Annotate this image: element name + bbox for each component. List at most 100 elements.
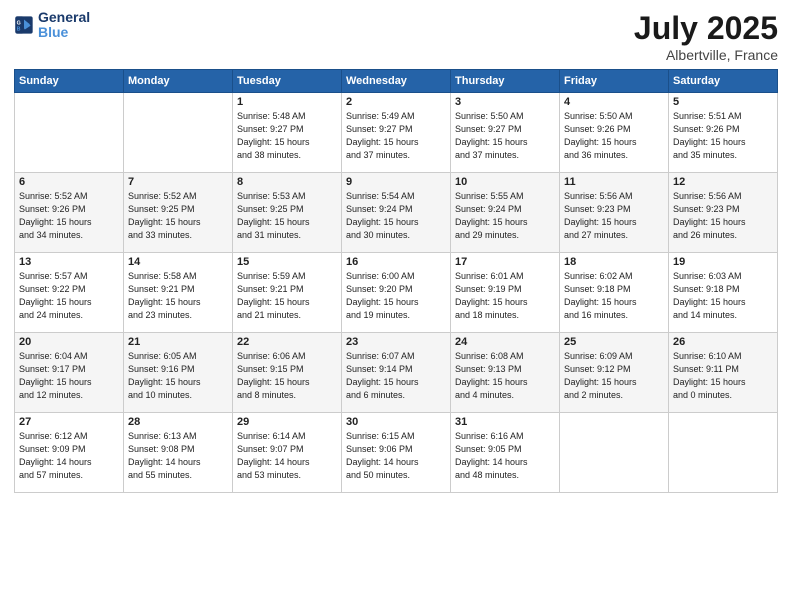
day-cell: 5 Sunrise: 5:51 AMSunset: 9:26 PMDaylight… xyxy=(669,93,778,173)
day-cell xyxy=(15,93,124,173)
day-number: 26 xyxy=(673,336,773,348)
svg-text:G: G xyxy=(17,21,21,27)
svg-text:B: B xyxy=(17,27,21,33)
day-number: 14 xyxy=(128,256,228,268)
day-info: Sunrise: 5:56 AMSunset: 9:23 PMDaylight:… xyxy=(673,190,773,242)
day-cell: 31Sunrise: 6:16 AMSunset: 9:05 PMDayligh… xyxy=(451,413,560,493)
week-row-3: 20Sunrise: 6:04 AMSunset: 9:17 PMDayligh… xyxy=(15,333,778,413)
day-number: 29 xyxy=(237,416,337,428)
weekday-header-row: SundayMondayTuesdayWednesdayThursdayFrid… xyxy=(15,70,778,93)
day-number: 19 xyxy=(673,256,773,268)
day-info: Sunrise: 6:08 AMSunset: 9:13 PMDaylight:… xyxy=(455,350,555,402)
day-info: Sunrise: 5:55 AMSunset: 9:24 PMDaylight:… xyxy=(455,190,555,242)
day-info: Sunrise: 6:10 AMSunset: 9:11 PMDaylight:… xyxy=(673,350,773,402)
day-cell: 29 Sunrise: 6:14 AMSunset: 9:07 PMDayligh… xyxy=(233,413,342,493)
day-number: 28 xyxy=(128,416,228,428)
day-number: 21 xyxy=(128,336,228,348)
day-number: 1 xyxy=(237,96,337,108)
day-cell xyxy=(560,413,669,493)
day-info: Sunrise: 6:06 AMSunset: 9:15 PMDaylight:… xyxy=(237,350,337,402)
weekday-header-wednesday: Wednesday xyxy=(342,70,451,93)
weekday-header-thursday: Thursday xyxy=(451,70,560,93)
week-row-4: 27 Sunrise: 6:12 AMSunset: 9:09 PMDayligh… xyxy=(15,413,778,493)
location: Albertville, France xyxy=(634,47,778,63)
day-number: 10 xyxy=(455,176,555,188)
day-number: 5 xyxy=(673,96,773,108)
day-cell: 23Sunrise: 6:07 AMSunset: 9:14 PMDayligh… xyxy=(342,333,451,413)
day-info: Sunrise: 5:57 AMSunset: 9:22 PMDaylight:… xyxy=(19,270,119,322)
day-info: Sunrise: 5:59 AMSunset: 9:21 PMDaylight:… xyxy=(237,270,337,322)
day-info: Sunrise: 5:54 AMSunset: 9:24 PMDaylight:… xyxy=(346,190,446,242)
day-cell xyxy=(669,413,778,493)
day-info: Sunrise: 6:13 AMSunset: 9:08 PMDaylight:… xyxy=(128,430,228,482)
day-number: 24 xyxy=(455,336,555,348)
day-number: 13 xyxy=(19,256,119,268)
weekday-header-monday: Monday xyxy=(124,70,233,93)
day-info: Sunrise: 5:51 AMSunset: 9:26 PMDaylight:… xyxy=(673,110,773,162)
day-cell: 3 Sunrise: 5:50 AMSunset: 9:27 PMDaylight… xyxy=(451,93,560,173)
day-cell: 9 Sunrise: 5:54 AMSunset: 9:24 PMDaylight… xyxy=(342,173,451,253)
day-number: 30 xyxy=(346,416,446,428)
day-cell: 11Sunrise: 5:56 AMSunset: 9:23 PMDayligh… xyxy=(560,173,669,253)
day-info: Sunrise: 6:14 AMSunset: 9:07 PMDaylight:… xyxy=(237,430,337,482)
day-info: Sunrise: 5:49 AMSunset: 9:27 PMDaylight:… xyxy=(346,110,446,162)
day-info: Sunrise: 6:03 AMSunset: 9:18 PMDaylight:… xyxy=(673,270,773,322)
day-cell: 15 Sunrise: 5:59 AMSunset: 9:21 PMDayligh… xyxy=(233,253,342,333)
logo-text-general: General xyxy=(38,10,90,25)
day-cell: 30 Sunrise: 6:15 AMSunset: 9:06 PMDayligh… xyxy=(342,413,451,493)
month-title: July 2025 xyxy=(634,10,778,47)
day-number: 11 xyxy=(564,176,664,188)
day-cell: 4Sunrise: 5:50 AMSunset: 9:26 PMDaylight… xyxy=(560,93,669,173)
day-cell: 17Sunrise: 6:01 AMSunset: 9:19 PMDayligh… xyxy=(451,253,560,333)
day-info: Sunrise: 6:02 AMSunset: 9:18 PMDaylight:… xyxy=(564,270,664,322)
day-number: 12 xyxy=(673,176,773,188)
day-cell: 24 Sunrise: 6:08 AMSunset: 9:13 PMDayligh… xyxy=(451,333,560,413)
day-number: 8 xyxy=(237,176,337,188)
day-number: 25 xyxy=(564,336,664,348)
week-row-1: 6Sunrise: 5:52 AMSunset: 9:26 PMDaylight… xyxy=(15,173,778,253)
day-number: 9 xyxy=(346,176,446,188)
day-info: Sunrise: 5:53 AMSunset: 9:25 PMDaylight:… xyxy=(237,190,337,242)
day-cell: 1 Sunrise: 5:48 AMSunset: 9:27 PMDaylight… xyxy=(233,93,342,173)
day-info: Sunrise: 6:15 AMSunset: 9:06 PMDaylight:… xyxy=(346,430,446,482)
day-number: 22 xyxy=(237,336,337,348)
day-cell: 21 Sunrise: 6:05 AMSunset: 9:16 PMDayligh… xyxy=(124,333,233,413)
day-info: Sunrise: 5:58 AMSunset: 9:21 PMDaylight:… xyxy=(128,270,228,322)
day-cell: 28 Sunrise: 6:13 AMSunset: 9:08 PMDayligh… xyxy=(124,413,233,493)
day-number: 27 xyxy=(19,416,119,428)
day-info: Sunrise: 6:09 AMSunset: 9:12 PMDaylight:… xyxy=(564,350,664,402)
week-row-2: 13 Sunrise: 5:57 AMSunset: 9:22 PMDayligh… xyxy=(15,253,778,333)
day-cell: 10 Sunrise: 5:55 AMSunset: 9:24 PMDayligh… xyxy=(451,173,560,253)
day-info: Sunrise: 6:00 AMSunset: 9:20 PMDaylight:… xyxy=(346,270,446,322)
day-cell: 8 Sunrise: 5:53 AMSunset: 9:25 PMDaylight… xyxy=(233,173,342,253)
day-info: Sunrise: 6:04 AMSunset: 9:17 PMDaylight:… xyxy=(19,350,119,402)
day-info: Sunrise: 6:05 AMSunset: 9:16 PMDaylight:… xyxy=(128,350,228,402)
day-cell: 6Sunrise: 5:52 AMSunset: 9:26 PMDaylight… xyxy=(15,173,124,253)
weekday-header-friday: Friday xyxy=(560,70,669,93)
day-info: Sunrise: 5:52 AMSunset: 9:25 PMDaylight:… xyxy=(128,190,228,242)
day-cell: 12 Sunrise: 5:56 AMSunset: 9:23 PMDayligh… xyxy=(669,173,778,253)
day-info: Sunrise: 6:12 AMSunset: 9:09 PMDaylight:… xyxy=(19,430,119,482)
day-cell xyxy=(124,93,233,173)
week-row-0: 1 Sunrise: 5:48 AMSunset: 9:27 PMDaylight… xyxy=(15,93,778,173)
day-cell: 16Sunrise: 6:00 AMSunset: 9:20 PMDayligh… xyxy=(342,253,451,333)
day-number: 23 xyxy=(346,336,446,348)
day-info: Sunrise: 5:48 AMSunset: 9:27 PMDaylight:… xyxy=(237,110,337,162)
day-cell: 22 Sunrise: 6:06 AMSunset: 9:15 PMDayligh… xyxy=(233,333,342,413)
day-cell: 25 Sunrise: 6:09 AMSunset: 9:12 PMDayligh… xyxy=(560,333,669,413)
title-block: July 2025 Albertville, France xyxy=(634,10,778,63)
logo: G B General Blue xyxy=(14,10,90,41)
day-number: 3 xyxy=(455,96,555,108)
day-number: 4 xyxy=(564,96,664,108)
day-info: Sunrise: 6:01 AMSunset: 9:19 PMDaylight:… xyxy=(455,270,555,322)
day-number: 15 xyxy=(237,256,337,268)
day-cell: 18 Sunrise: 6:02 AMSunset: 9:18 PMDayligh… xyxy=(560,253,669,333)
calendar-table: SundayMondayTuesdayWednesdayThursdayFrid… xyxy=(14,69,778,493)
day-info: Sunrise: 5:50 AMSunset: 9:27 PMDaylight:… xyxy=(455,110,555,162)
header: G B General Blue July 2025 Albertville, … xyxy=(14,10,778,63)
weekday-header-tuesday: Tuesday xyxy=(233,70,342,93)
day-cell: 27 Sunrise: 6:12 AMSunset: 9:09 PMDayligh… xyxy=(15,413,124,493)
logo-text-blue: Blue xyxy=(38,25,90,40)
day-number: 18 xyxy=(564,256,664,268)
day-cell: 14 Sunrise: 5:58 AMSunset: 9:21 PMDayligh… xyxy=(124,253,233,333)
